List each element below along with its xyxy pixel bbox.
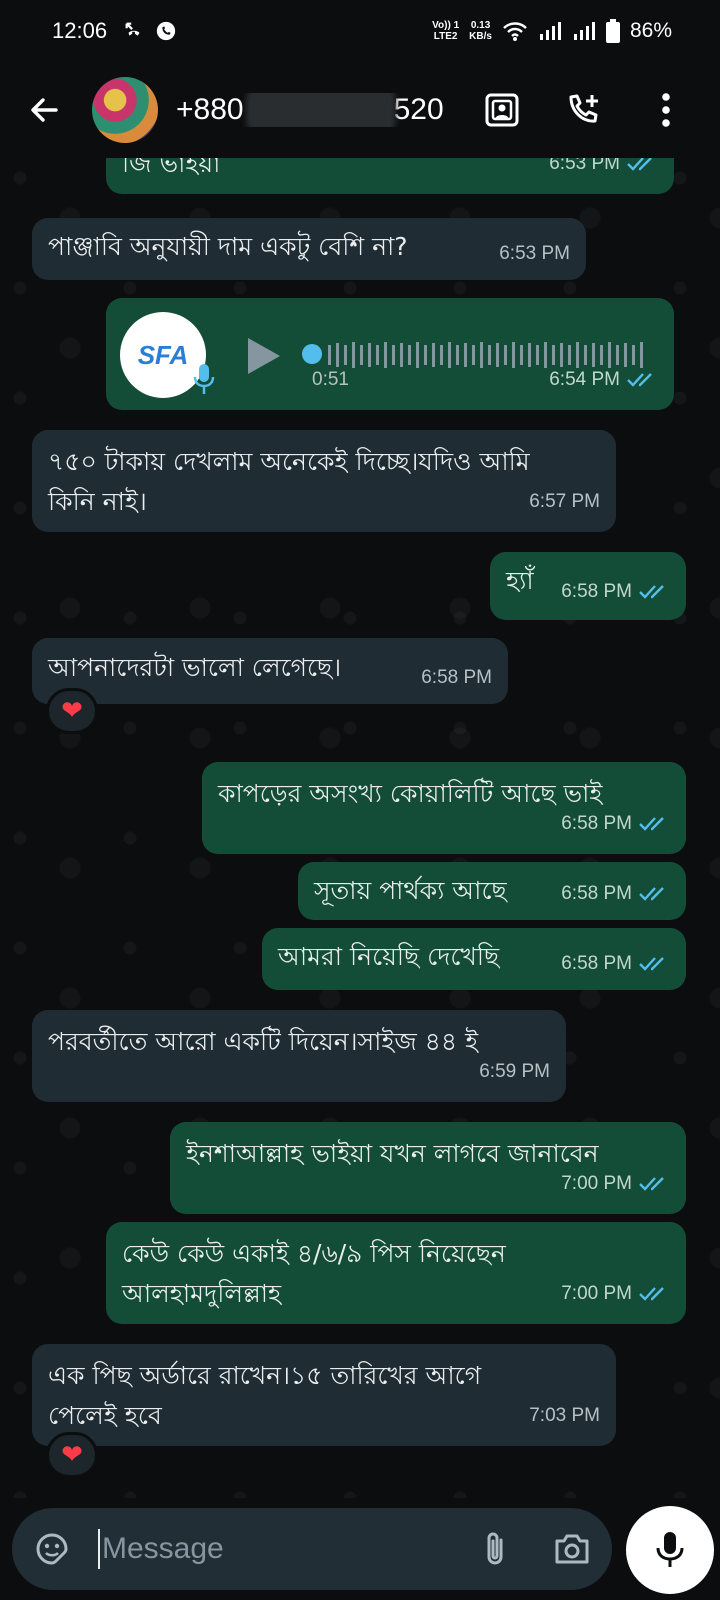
message-bubble[interactable]: পাঞ্জাবি অনুযায়ী দাম একটু বেশি না? 6:53… xyxy=(32,218,586,280)
reaction-badge[interactable]: ❤ xyxy=(46,688,98,734)
heart-reaction-icon: ❤ xyxy=(61,696,83,726)
message-bubble[interactable]: ইনশাআল্লাহ ভাইয়া যখন লাগবে জানাবেন 7:00… xyxy=(170,1122,686,1214)
message-meta: 6:59 PM xyxy=(479,1061,550,1082)
message-meta: 6:54 PM xyxy=(549,360,658,400)
speed-indicator: 0.13 KB/s xyxy=(469,20,492,42)
message-bubble[interactable]: সূতায় পার্থক্য আছে 6:58 PM xyxy=(298,862,686,920)
text-cursor xyxy=(98,1529,100,1569)
reaction-badge[interactable]: ❤ xyxy=(46,1432,98,1478)
message-meta: 7:00 PM xyxy=(561,1274,670,1314)
back-button[interactable] xyxy=(22,88,66,132)
status-bar: 12:06 Vo)) 1 LTE2 0.13 KB/s 86% xyxy=(0,0,720,62)
message-bubble[interactable]: আমরা নিয়েছি দেখেছি 6:58 PM xyxy=(262,928,686,990)
sticker-button[interactable] xyxy=(32,1529,72,1569)
mic-icon xyxy=(656,1532,684,1567)
read-ticks-icon xyxy=(639,1177,664,1191)
status-time: 12:06 xyxy=(52,18,108,43)
add-call-button[interactable] xyxy=(564,90,604,130)
whatsapp-status-icon xyxy=(156,21,176,41)
attach-icon xyxy=(487,1532,503,1565)
message-composer xyxy=(12,1508,612,1590)
chat-scroll-area[interactable]: জি ভাইয়া 6:53 PM পাঞ্জাবি অনুযায়ী দাম … xyxy=(0,158,720,1498)
message-bubble[interactable]: কেউ কেউ একাই ৪/৬/৯ পিস নিয়েছেন আলহামদুল… xyxy=(106,1222,686,1324)
message-meta: 6:53 PM xyxy=(549,158,658,184)
missed-call-icon xyxy=(125,22,140,36)
message-input[interactable] xyxy=(102,1532,442,1566)
read-ticks-icon xyxy=(639,585,664,599)
contact-avatar[interactable] xyxy=(92,77,158,143)
read-ticks-icon xyxy=(627,373,652,387)
read-ticks-icon xyxy=(639,817,664,831)
message-bubble[interactable]: ৭৫০ টাকায় দেখলাম অনেকেই দিচ্ছে।যদিও আমি… xyxy=(32,430,616,532)
signal-1-icon xyxy=(539,22,561,40)
add-call-icon xyxy=(569,94,598,123)
chat-header: +880 520 xyxy=(0,62,720,158)
voice-record-button[interactable] xyxy=(626,1506,714,1594)
more-vert-icon xyxy=(662,93,670,127)
contact-name[interactable]: +880 520 xyxy=(176,93,446,127)
contact-card-icon xyxy=(485,93,519,127)
play-icon[interactable] xyxy=(246,336,282,376)
message-bubble[interactable]: জি ভাইয়া 6:53 PM xyxy=(106,158,674,194)
voice-message[interactable]: SFA 0:51 6:54 PM xyxy=(106,298,674,410)
sticker-icon xyxy=(36,1533,68,1565)
voice-duration: 0:51 xyxy=(312,369,349,390)
attach-button[interactable] xyxy=(476,1529,516,1569)
battery-icon xyxy=(605,19,620,43)
message-meta: 6:58 PM xyxy=(561,944,670,984)
message-meta: 6:57 PM xyxy=(529,491,600,512)
read-ticks-icon xyxy=(639,1287,664,1301)
message-meta: 7:00 PM xyxy=(561,1164,670,1204)
battery-percent: 86% xyxy=(629,19,672,42)
message-bubble[interactable]: কাপড়ের অসংখ্য কোয়ালিটি আছে ভাই 6:58 PM xyxy=(202,762,686,854)
voice-mic-icon xyxy=(193,364,215,394)
back-arrow-icon xyxy=(31,98,58,122)
camera-icon xyxy=(555,1534,589,1564)
read-ticks-icon xyxy=(639,957,664,971)
message-meta: 7:03 PM xyxy=(529,1405,600,1426)
read-ticks-icon xyxy=(639,887,664,901)
heart-reaction-icon: ❤ xyxy=(61,1440,83,1470)
message-meta: 6:58 PM xyxy=(561,804,670,844)
contact-card-button[interactable] xyxy=(482,90,522,130)
message-meta: 6:58 PM xyxy=(561,572,670,612)
message-bubble[interactable]: এক পিছ অর্ডারে রাখেন।১৫ তারিখের আগে পেলে… xyxy=(32,1344,616,1446)
camera-button[interactable] xyxy=(552,1529,592,1569)
message-meta: 6:53 PM xyxy=(499,243,570,264)
signal-2-icon xyxy=(573,22,595,40)
message-bubble[interactable]: পরবর্তীতে আরো একটি দিয়েন।সাইজ ৪৪ ই 6:59… xyxy=(32,1010,566,1102)
network-label: Vo)) 1 LTE2 xyxy=(432,20,460,42)
more-options-button[interactable] xyxy=(646,90,686,130)
message-bubble[interactable]: হ্যাঁ 6:58 PM xyxy=(490,552,686,620)
message-meta: 6:58 PM xyxy=(421,667,492,688)
wifi-icon xyxy=(503,22,527,41)
message-bubble[interactable]: আপনাদেরটা ভালো লেগেছে। 6:58 PM xyxy=(32,638,508,704)
message-meta: 6:58 PM xyxy=(561,874,670,914)
read-ticks-icon xyxy=(627,158,652,171)
redaction-blur xyxy=(246,93,396,127)
